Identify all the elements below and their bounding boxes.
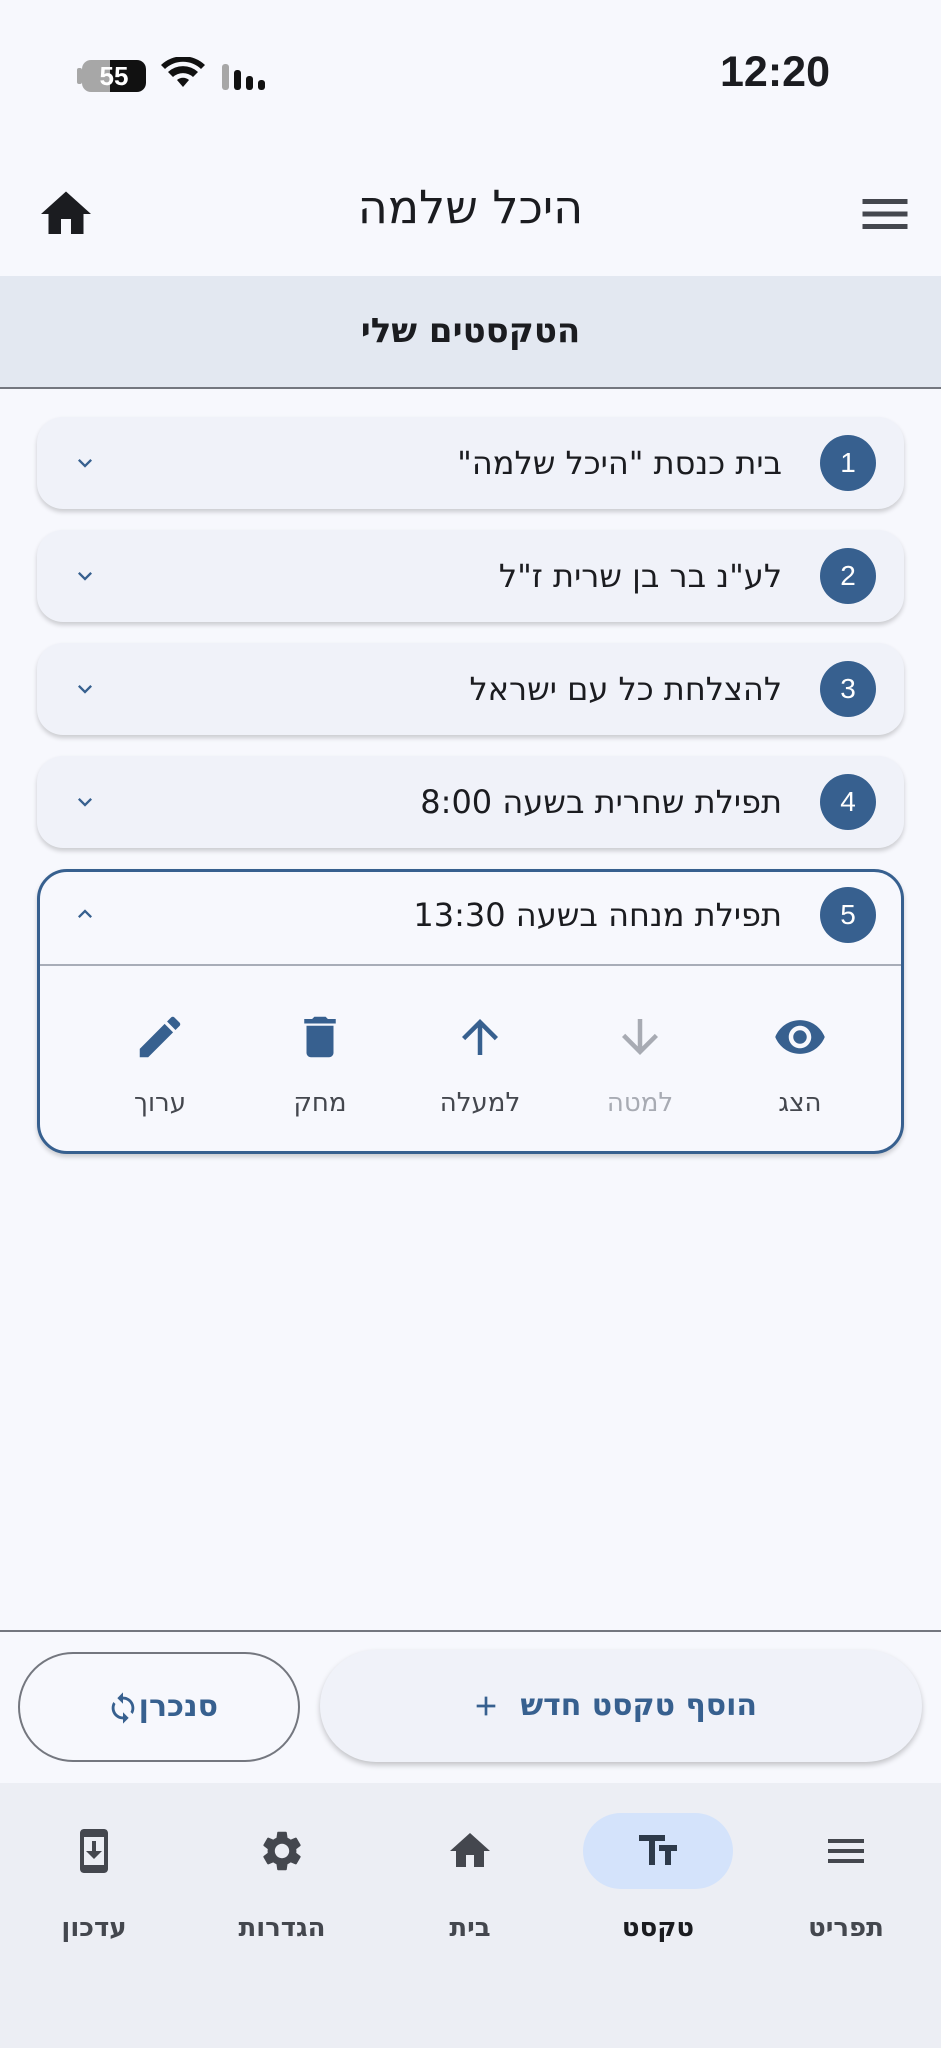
nav-update[interactable]: עדכון: [0, 1813, 188, 1943]
item-number-badge: 4: [820, 774, 876, 830]
nav-menu-label: תפריט: [808, 1913, 884, 1943]
list-item[interactable]: 2 לע"נ בר בן שרית ז"ל: [37, 530, 904, 622]
text-fields-icon: [639, 1835, 677, 1865]
nav-text-label: טקסט: [621, 1913, 695, 1943]
add-text-label: הוסף טקסט חדש: [520, 1688, 757, 1723]
show-label: הצג: [778, 1088, 822, 1118]
item-text: לע"נ בר בן שרית ז"ל: [498, 557, 782, 595]
chevron-down-icon[interactable]: [71, 562, 99, 590]
move-down-button[interactable]: למטה: [560, 964, 720, 1154]
sync-button[interactable]: סנכרן: [18, 1652, 300, 1762]
chevron-down-icon[interactable]: [71, 675, 99, 703]
home-icon[interactable]: [36, 184, 96, 244]
trash-icon: [304, 1016, 336, 1058]
item-number-badge: 1: [820, 435, 876, 491]
item-text: להצלחת כל עם ישראל: [469, 670, 782, 708]
expanded-item-header[interactable]: 5 תפילת מנחה בשעה 13:30: [40, 872, 901, 966]
nav-menu[interactable]: תפריט: [752, 1813, 940, 1943]
menu-icon[interactable]: [855, 184, 915, 244]
edit-button[interactable]: ערוך: [80, 964, 240, 1154]
item-number-badge: 3: [820, 661, 876, 717]
battery-icon: 55: [82, 60, 146, 92]
menu-icon: [828, 1839, 864, 1863]
wifi-icon: [161, 57, 205, 87]
move-down-label: למטה: [606, 1088, 674, 1118]
chevron-down-icon[interactable]: [71, 449, 99, 477]
chevron-up-icon[interactable]: [71, 900, 99, 928]
item-number-badge: 2: [820, 548, 876, 604]
delete-label: מחק: [293, 1088, 347, 1118]
edit-label: ערוך: [134, 1088, 186, 1118]
arrow-down-icon: [622, 1019, 658, 1055]
sync-label: סנכרן: [138, 1689, 218, 1724]
item-text: בית כנסת "היכל שלמה": [457, 444, 782, 482]
delete-button[interactable]: מחק: [240, 964, 400, 1154]
bottom-navigation: עדכון הגדרות בית טקסט תפריט: [0, 1783, 941, 2048]
item-actions: ערוך מחק למעלה למטה הצג: [40, 964, 901, 1154]
list-item-expanded[interactable]: 5 תפילת מנחה בשעה 13:30 ערוך מחק למעלה ל…: [37, 869, 904, 1154]
nav-settings[interactable]: הגדרות: [188, 1813, 376, 1943]
section-title: הטקסטים שלי: [360, 311, 581, 351]
show-button[interactable]: הצג: [720, 964, 880, 1154]
gear-icon: [263, 1831, 301, 1871]
nav-text[interactable]: טקסט: [564, 1813, 752, 1943]
move-up-button[interactable]: למעלה: [400, 964, 560, 1154]
list-item[interactable]: 3 להצלחת כל עם ישראל: [37, 643, 904, 735]
nav-home[interactable]: בית: [376, 1813, 564, 1943]
nav-settings-label: הגדרות: [238, 1913, 326, 1943]
eye-icon: [775, 1020, 825, 1054]
item-text: תפילת שחרית בשעה 8:00: [420, 783, 782, 821]
section-header: הטקסטים שלי: [0, 276, 941, 389]
pencil-icon: [139, 1016, 181, 1058]
nav-update-label: עדכון: [61, 1913, 127, 1943]
sync-icon: [111, 1692, 135, 1724]
home-icon: [450, 1833, 490, 1867]
item-number-badge: 5: [820, 887, 876, 943]
bottom-action-bar: סנכרן הוסף טקסט חדש: [0, 1630, 941, 1785]
move-up-label: למעלה: [439, 1088, 521, 1118]
add-text-button[interactable]: הוסף טקסט חדש: [320, 1650, 922, 1762]
nav-home-label: בית: [449, 1913, 491, 1943]
signal-icon: [222, 64, 265, 90]
plus-icon: [476, 1696, 496, 1716]
status-bar: 55 12:20: [0, 0, 941, 150]
arrow-up-icon: [462, 1019, 498, 1055]
battery-level: 55: [99, 61, 129, 91]
app-bar: היכל שלמה: [0, 150, 941, 276]
phone-download-icon: [80, 1829, 108, 1873]
item-text: תפילת מנחה בשעה 13:30: [413, 896, 782, 934]
page-title: היכל שלמה: [357, 180, 584, 234]
status-time: 12:20: [720, 48, 830, 96]
chevron-down-icon[interactable]: [71, 788, 99, 816]
list-item[interactable]: 4 תפילת שחרית בשעה 8:00: [37, 756, 904, 848]
texts-list: 1 בית כנסת "היכל שלמה" 2 לע"נ בר בן שרית…: [37, 417, 904, 1175]
list-item[interactable]: 1 בית כנסת "היכל שלמה": [37, 417, 904, 509]
